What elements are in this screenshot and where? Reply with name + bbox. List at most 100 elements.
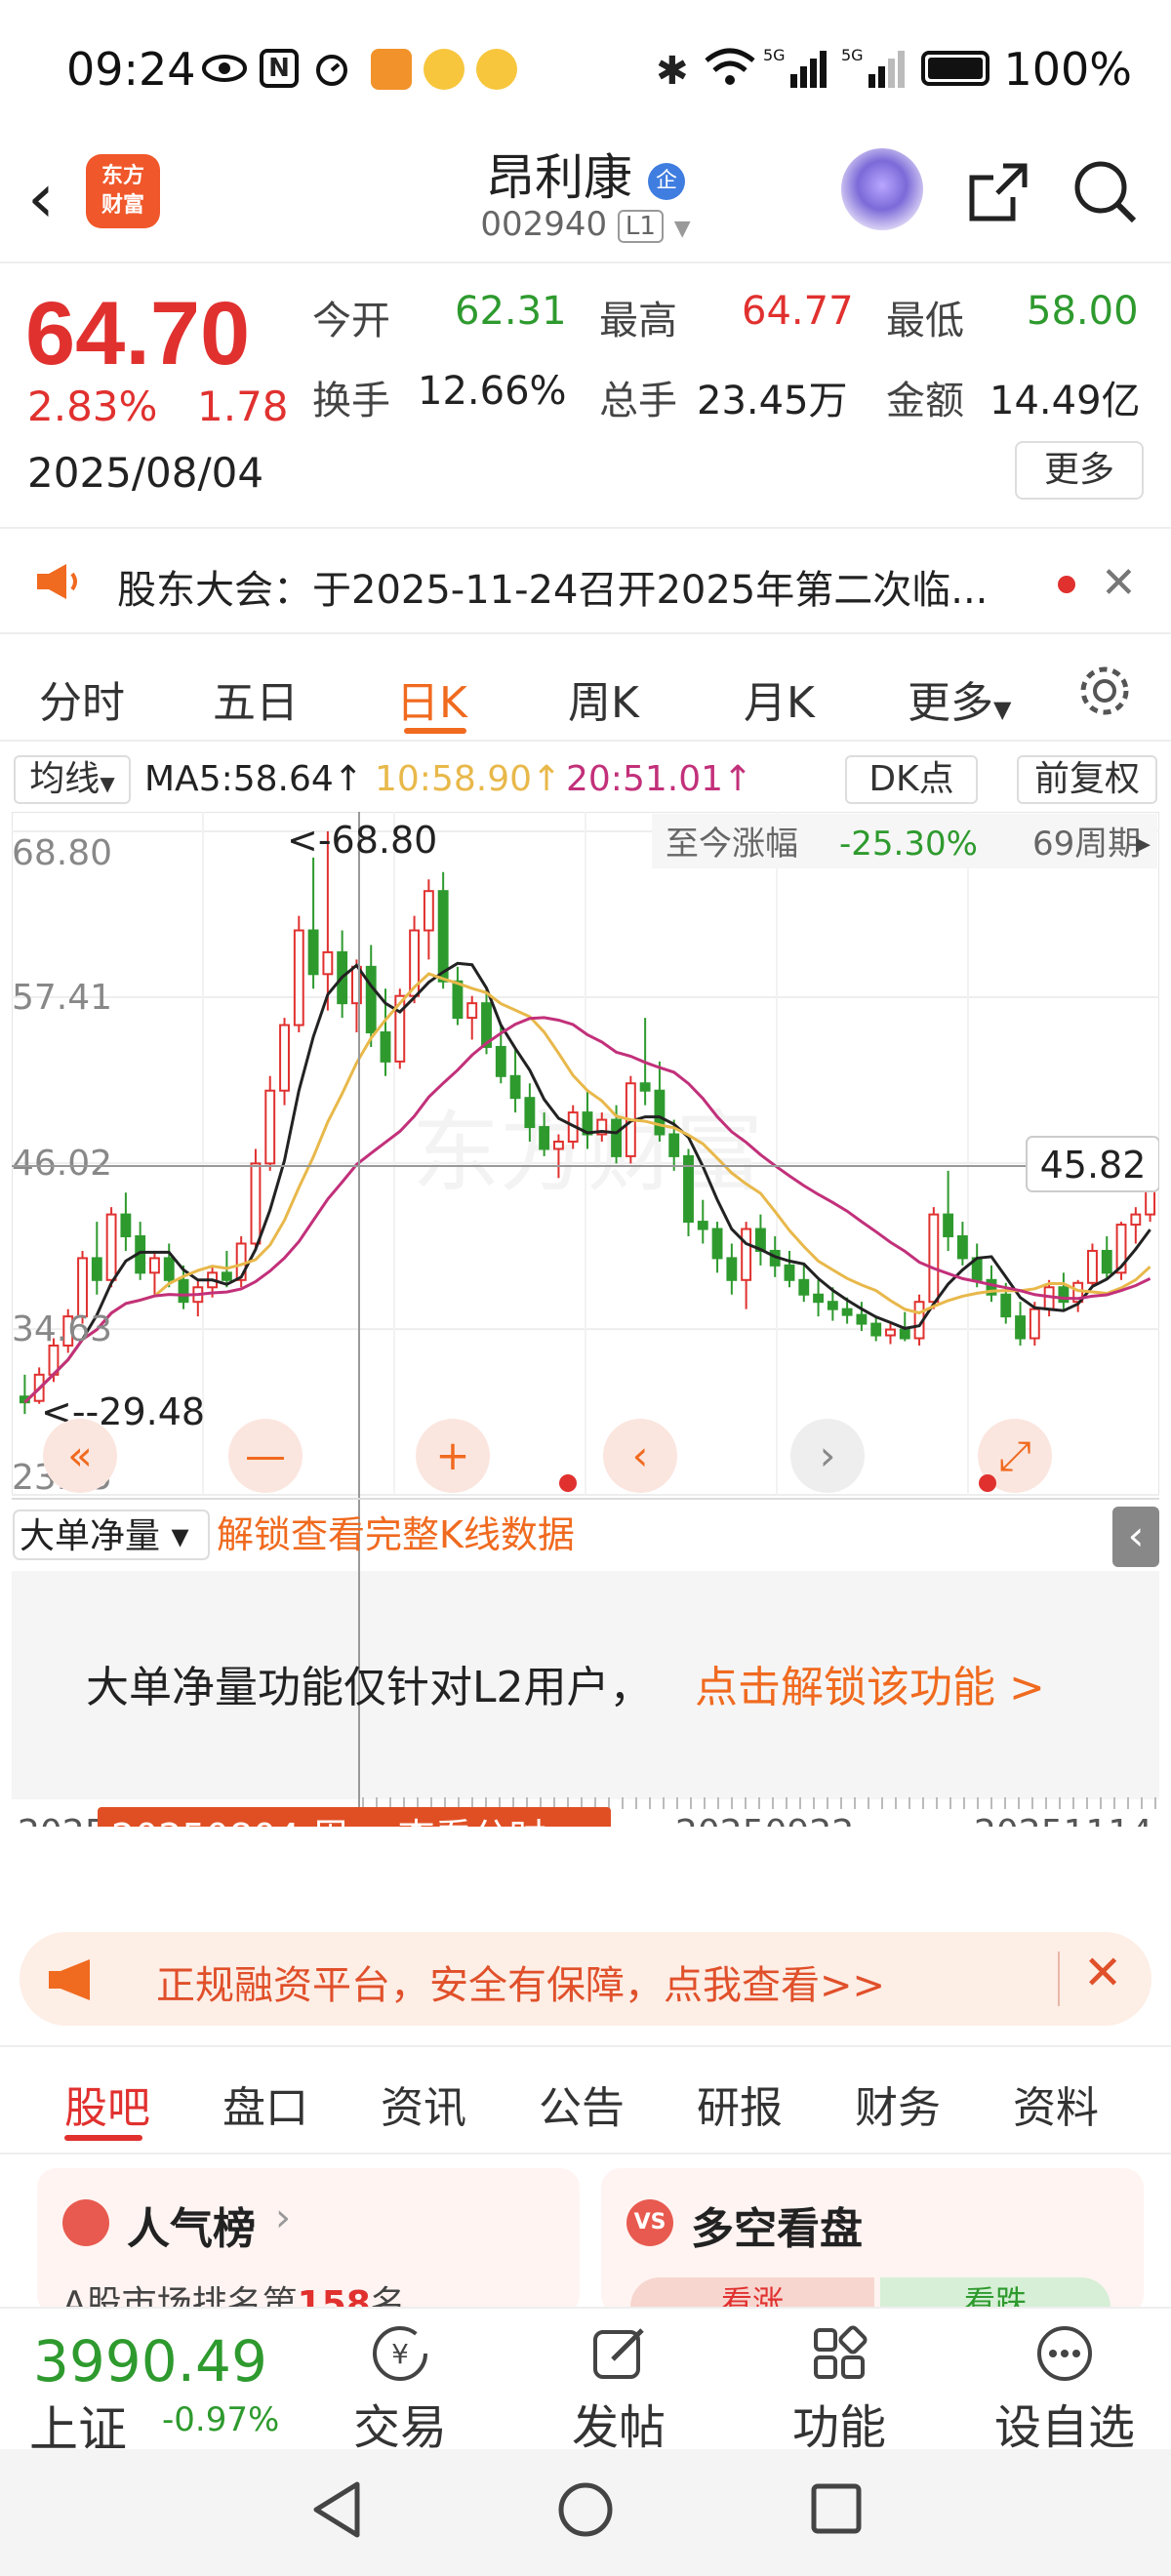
candle-body — [1000, 1293, 1012, 1318]
chart-period-tabs: 分时 五日 日K 周K 月K 更多▼ — [0, 644, 1171, 742]
nav-functions[interactable]: 功能 — [761, 2322, 917, 2457]
nav-trade[interactable]: ¥ 交易 — [322, 2322, 478, 2457]
bluetooth-icon: ✱ — [656, 49, 689, 94]
prev-icon-glyph[interactable]: ‹ — [632, 1431, 649, 1479]
candle-body — [1029, 1308, 1040, 1340]
nav-add-watchlist[interactable]: 设自选 — [982, 2322, 1148, 2457]
adjust-button[interactable]: 前复权 — [1017, 755, 1157, 804]
turnover-label: 换手 — [312, 379, 390, 423]
candle-body — [552, 1140, 564, 1150]
back-triangle-icon[interactable] — [310, 2480, 365, 2543]
announcement-bar[interactable]: 股东大会：于2025-11-24召开2025年第二次临... ✕ — [0, 527, 1171, 634]
x-axis-label: 2025 — [18, 1813, 107, 1827]
tab-weekly-k[interactable]: 周K — [568, 667, 639, 730]
quote-date: 2025/08/04 — [27, 449, 264, 497]
dk-point-button[interactable]: DK点 — [845, 755, 978, 804]
candle-body — [539, 1126, 550, 1150]
l2-unlock-link[interactable]: 点击解锁该功能 > — [695, 1663, 1045, 1712]
candle-body — [250, 1162, 262, 1245]
candle-body — [943, 1213, 954, 1238]
candle-body — [365, 965, 377, 1034]
home-circle-icon[interactable] — [556, 2480, 615, 2543]
current-price: 64.70 — [25, 284, 251, 383]
promo-banner[interactable]: 正规融资平台，安全有保障，点我查看>> ✕ — [20, 1932, 1151, 2026]
more-quote-button[interactable]: 更多 — [1015, 441, 1144, 500]
status-time: 09:24 — [66, 43, 196, 96]
tab-news[interactable]: 资讯 — [381, 2073, 466, 2135]
close-icon[interactable]: ✕ — [1083, 1946, 1122, 2000]
active-tab-indicator — [64, 2135, 142, 2141]
index-change: -0.97% — [162, 2400, 280, 2439]
popularity-title: 人气榜 — [127, 2204, 256, 2254]
unlock-kline-link[interactable]: 解锁查看完整K线数据 — [217, 1513, 575, 1556]
weibo-icon — [476, 49, 517, 90]
nav-post[interactable]: 发帖 — [541, 2322, 697, 2457]
zoom-in-icon-glyph[interactable]: + — [435, 1431, 469, 1479]
candle-body — [870, 1322, 882, 1337]
kline-svg[interactable]: 东方财富68.8057.4146.0234.6323.2545.82至今涨幅-2… — [11, 811, 1160, 1868]
fullscreen-icon-glyph[interactable]: ⤢ — [998, 1431, 1031, 1479]
app-notification-icon — [371, 49, 412, 90]
candle-body — [697, 1221, 708, 1230]
cursor-date-text: 20250804 周一 查看分时 > — [111, 1816, 589, 1827]
candle-body — [711, 1228, 723, 1260]
active-tab-indicator — [404, 728, 466, 734]
content-tabs: 股吧 盘口 资讯 公告 研报 财务 资料 — [0, 2045, 1171, 2154]
speaker-icon — [35, 562, 84, 605]
ma-selector-label: 均线 — [29, 759, 101, 799]
popularity-card[interactable]: 人气榜 › A股市场排名第158名 — [37, 2168, 580, 2324]
more-dots-icon — [1037, 2326, 1092, 2381]
tab-announcements[interactable]: 公告 — [539, 2073, 625, 2135]
candle-body — [798, 1278, 810, 1296]
bull-bear-card[interactable]: VS 多空看盘 看涨 看跌 — [601, 2168, 1144, 2336]
zoom-out-icon-glyph[interactable]: — — [245, 1431, 286, 1479]
candle-body — [899, 1328, 910, 1340]
ai-assistant-avatar[interactable] — [841, 148, 923, 230]
search-icon[interactable] — [1071, 158, 1140, 230]
recents-square-icon[interactable] — [810, 2482, 863, 2539]
tab-orderbook[interactable]: 盘口 — [222, 2073, 308, 2135]
high-value: 64.77 — [742, 289, 854, 334]
nav-add-watchlist-label: 设自选 — [993, 2400, 1135, 2455]
settings-gear-icon[interactable] — [1077, 664, 1132, 722]
tab-daily-k[interactable]: 日K — [396, 667, 467, 730]
kline-chart[interactable]: 东方财富68.8057.4146.0234.6323.2545.82至今涨幅-2… — [11, 811, 1160, 1868]
stock-code: 002940 — [480, 205, 608, 244]
ma-selector[interactable]: 均线▼ — [14, 755, 131, 804]
svg-text:¥: ¥ — [391, 2338, 409, 2370]
tab-finance[interactable]: 财务 — [855, 2073, 941, 2135]
tab-monthly-k[interactable]: 月K — [744, 667, 815, 730]
l2-message: 大单净量功能仅针对L2用户， — [86, 1663, 653, 1712]
tab-intraday[interactable]: 分时 — [39, 667, 125, 730]
open-value: 62.31 — [455, 289, 567, 334]
rewind-icon-glyph[interactable]: « — [67, 1431, 93, 1479]
nav-trade-label: 交易 — [352, 2400, 447, 2455]
tab-more[interactable]: 更多▼ — [908, 667, 1011, 730]
tab-profile[interactable]: 资料 — [1013, 2073, 1099, 2135]
stock-name: 昂利康 — [486, 149, 633, 206]
range-label: 至今涨幅 — [666, 825, 798, 864]
tab-research[interactable]: 研报 — [697, 2073, 783, 2135]
share-icon[interactable] — [964, 158, 1032, 230]
svg-text:5G: 5G — [763, 46, 786, 64]
candle-body — [120, 1213, 132, 1238]
low-label: 最低 — [886, 299, 964, 343]
volume-value: 23.45万 — [697, 379, 848, 423]
index-value[interactable]: 3990.49 — [33, 2328, 267, 2395]
ma5-value: MA5:58.64↑ — [144, 759, 363, 799]
y-tick-label: 68.80 — [12, 833, 112, 873]
high-label: 最高 — [599, 299, 677, 343]
tab-five-day[interactable]: 五日 — [213, 667, 299, 730]
close-icon[interactable]: ✕ — [1101, 558, 1137, 608]
caret-down-icon: ▼ — [100, 772, 115, 795]
candle-body — [1015, 1315, 1026, 1340]
amount-value: 14.49亿 — [989, 379, 1141, 423]
yen-exchange-icon: ¥ — [373, 2326, 427, 2381]
x-axis-label: 20250922 — [675, 1813, 854, 1827]
moving-average-row: 均线▼ MA5:58.64↑ 10:58.90↑ 20:51.01↑ DK点 前… — [0, 751, 1171, 810]
tab-forum[interactable]: 股吧 — [64, 2073, 150, 2135]
candle-body — [885, 1328, 896, 1337]
candle-body — [827, 1301, 838, 1310]
candle-body — [639, 1082, 651, 1092]
next-icon-glyph[interactable]: › — [820, 1431, 836, 1479]
